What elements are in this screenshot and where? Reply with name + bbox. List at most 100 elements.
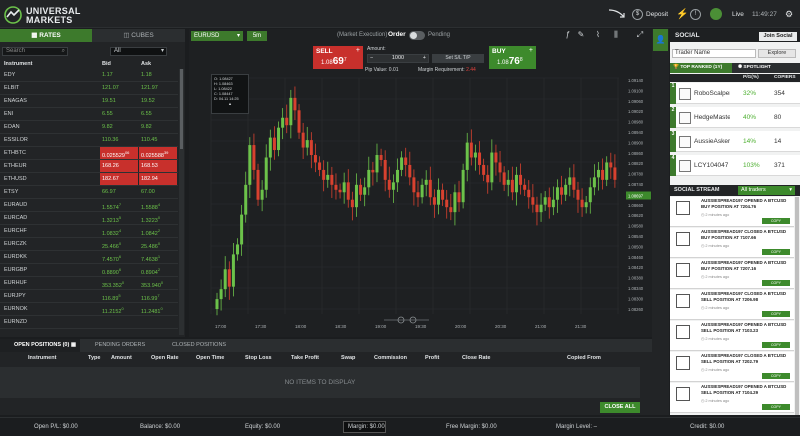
rate-ask[interactable]: 0.89042 <box>141 267 160 276</box>
brand-logo[interactable]: UNIVERSAL MARKETS <box>4 4 84 26</box>
rate-row[interactable]: ELBIT 121.07 121.97 <box>0 82 178 95</box>
tab-cubes[interactable]: ◫ CUBES <box>92 29 185 42</box>
rate-bid[interactable]: 1.55747 <box>102 202 121 211</box>
alerts-button[interactable]: ! <box>690 6 704 22</box>
rate-row[interactable]: ETHUSD 182.67 182.94 <box>0 173 178 186</box>
rate-ask[interactable]: 25.4860 <box>141 241 160 250</box>
trader-avatar[interactable] <box>676 201 690 215</box>
trader-search-input[interactable]: Trader Name <box>672 49 756 58</box>
rate-row[interactable]: EURDKK 7.45706 7.46381 <box>0 251 178 264</box>
account-type[interactable]: Live <box>732 6 744 22</box>
trader-avatar[interactable] <box>676 294 690 308</box>
tab-spotlight[interactable]: ✺ SPOTLIGHT <box>738 63 771 73</box>
rate-row[interactable]: EURGBP 0.88906 0.89042 <box>0 264 178 277</box>
rate-ask[interactable]: 1.18 <box>141 72 152 78</box>
copy-button[interactable]: COPY <box>762 249 790 255</box>
rate-bid[interactable]: 6.55 <box>102 111 113 117</box>
sell-button[interactable]: SELL + 1.08697 <box>313 46 363 69</box>
join-social-button[interactable]: Join Social <box>759 32 797 41</box>
rate-ask[interactable]: 6.55 <box>141 111 152 117</box>
social-people-icon[interactable]: 👤 <box>653 29 668 51</box>
rate-ask[interactable]: 11.24810 <box>141 306 163 315</box>
plus-icon[interactable]: + <box>423 55 426 62</box>
rate-ask[interactable]: 168.53 <box>139 160 177 172</box>
tab-pending-orders[interactable]: PENDING ORDERS <box>95 339 145 352</box>
tab-top-ranked[interactable]: 🏆 TOP RANKED (1Y) <box>670 63 732 73</box>
copy-button[interactable]: COPY <box>762 311 790 317</box>
symbol-select[interactable]: EURUSD ▾ <box>191 31 243 41</box>
set-sl-tp-button[interactable]: Set S/L T/P <box>432 54 484 63</box>
indicators-icon[interactable]: ƒ <box>563 30 573 41</box>
ranked-trader-row[interactable]: 1 RoboScalper 32% 354 <box>670 83 800 104</box>
candle-type-icon[interactable]: ⫼ <box>611 30 621 41</box>
rate-bid[interactable]: 110.36 <box>102 137 118 143</box>
rate-row[interactable]: ETSY 66.97 67.00 <box>0 186 178 199</box>
rate-row[interactable]: EURCAD 1.32135 1.32230 <box>0 212 178 225</box>
amount-stepper[interactable]: − 1000 + <box>367 54 429 63</box>
rate-row[interactable]: EURNZD <box>0 316 178 329</box>
rate-bid[interactable]: 0.88906 <box>102 267 121 276</box>
order-pending-toggle[interactable] <box>409 31 425 40</box>
rate-bid[interactable]: 11.21520 <box>102 306 124 315</box>
ranked-trader-row[interactable]: 2 HedgeMaster 40% 80 <box>670 107 800 128</box>
copy-button[interactable]: COPY <box>762 218 790 224</box>
rate-ask[interactable]: 353.9400 <box>141 280 163 289</box>
rate-ask[interactable]: 9.82 <box>141 124 152 130</box>
copy-button[interactable]: COPY <box>762 373 790 379</box>
user-avatar[interactable] <box>710 6 722 22</box>
rate-row[interactable]: EOAN 9.82 9.82 <box>0 121 178 134</box>
tab-open-positions[interactable]: OPEN POSITIONS (0) ▦ <box>0 339 80 352</box>
rate-row[interactable]: EURJPY 116.895 116.997 <box>0 290 178 303</box>
buy-button[interactable]: BUY + 1.08768 <box>489 46 536 69</box>
rate-bid[interactable]: 1.32135 <box>102 215 121 224</box>
rate-row[interactable]: ESSILOR 110.36 110.45 <box>0 134 178 147</box>
rate-bid[interactable]: 1.17 <box>102 72 113 78</box>
rate-ask[interactable]: 110.45 <box>141 137 157 143</box>
rate-ask[interactable]: 19.52 <box>141 98 155 104</box>
rate-bid[interactable]: 0.02552906 <box>100 147 138 159</box>
rate-row[interactable]: ENAGAS 19.51 19.52 <box>0 95 178 108</box>
ranked-trader-row[interactable]: 4 LCY104047 103% 371 <box>670 155 800 176</box>
rate-ask[interactable]: 7.46381 <box>141 254 160 263</box>
price-chart[interactable]: 1.09140 1.09100 1.09060 1.09020 1.08980 1.089… <box>189 74 652 337</box>
rate-bid[interactable]: 353.3520 <box>102 280 124 289</box>
trader-avatar[interactable] <box>676 356 690 370</box>
trader-avatar[interactable] <box>676 325 690 339</box>
line-chart-icon[interactable]: ⌇ <box>593 30 603 41</box>
settings-gear-icon[interactable]: ⚙ <box>785 6 793 22</box>
copy-button[interactable]: COPY <box>762 280 790 286</box>
rate-row[interactable]: ETHBTC 0.02552906 0.02558839 <box>0 147 178 160</box>
collapse-icon[interactable]: ▲ <box>214 102 246 107</box>
lightning-icon[interactable]: ⚡ <box>676 6 688 22</box>
stream-filter-select[interactable]: All traders ▾ <box>738 186 795 195</box>
rate-ask[interactable]: 1.32230 <box>141 215 160 224</box>
rate-bid[interactable]: 66.97 <box>102 189 116 195</box>
deposit-button[interactable]: $ Deposit <box>632 6 668 22</box>
drawing-pencil-icon[interactable]: ✎ <box>576 30 586 41</box>
rate-bid[interactable]: 19.51 <box>102 98 116 104</box>
rate-ask[interactable]: 121.97 <box>141 85 158 91</box>
rate-ask[interactable]: 67.00 <box>141 189 155 195</box>
copy-button[interactable]: COPY <box>762 342 790 348</box>
tab-rates[interactable]: ▦ RATES <box>0 29 92 42</box>
rate-row[interactable]: EURAUD 1.55747 1.55884 <box>0 199 178 212</box>
rate-bid[interactable]: 182.67 <box>100 173 138 185</box>
rate-bid[interactable]: 25.4660 <box>102 241 121 250</box>
rate-ask[interactable]: 0.02558839 <box>139 147 177 159</box>
trader-avatar[interactable] <box>676 232 690 246</box>
rate-ask[interactable]: 1.08422 <box>141 228 160 237</box>
rate-bid[interactable]: 168.26 <box>100 160 138 172</box>
rate-bid[interactable]: 7.45706 <box>102 254 121 263</box>
trader-avatar[interactable] <box>676 263 690 277</box>
rate-row[interactable]: EURHUF 353.3520 353.9400 <box>0 277 178 290</box>
filter-select[interactable]: All ▾ <box>110 47 167 56</box>
rate-ask[interactable]: 116.997 <box>141 293 160 302</box>
rate-row[interactable]: EURCHF 1.08324 1.08422 <box>0 225 178 238</box>
rate-row[interactable]: EURCZK 25.4660 25.4860 <box>0 238 178 251</box>
rate-bid[interactable]: 116.895 <box>102 293 121 302</box>
rate-row[interactable]: ENI 6.55 6.55 <box>0 108 178 121</box>
trader-avatar[interactable] <box>676 387 690 401</box>
ranked-trader-row[interactable]: 3 AussieAsker 14% 14 <box>670 131 800 152</box>
rate-bid[interactable]: 121.07 <box>102 85 119 91</box>
rate-bid[interactable]: 9.82 <box>102 124 113 130</box>
